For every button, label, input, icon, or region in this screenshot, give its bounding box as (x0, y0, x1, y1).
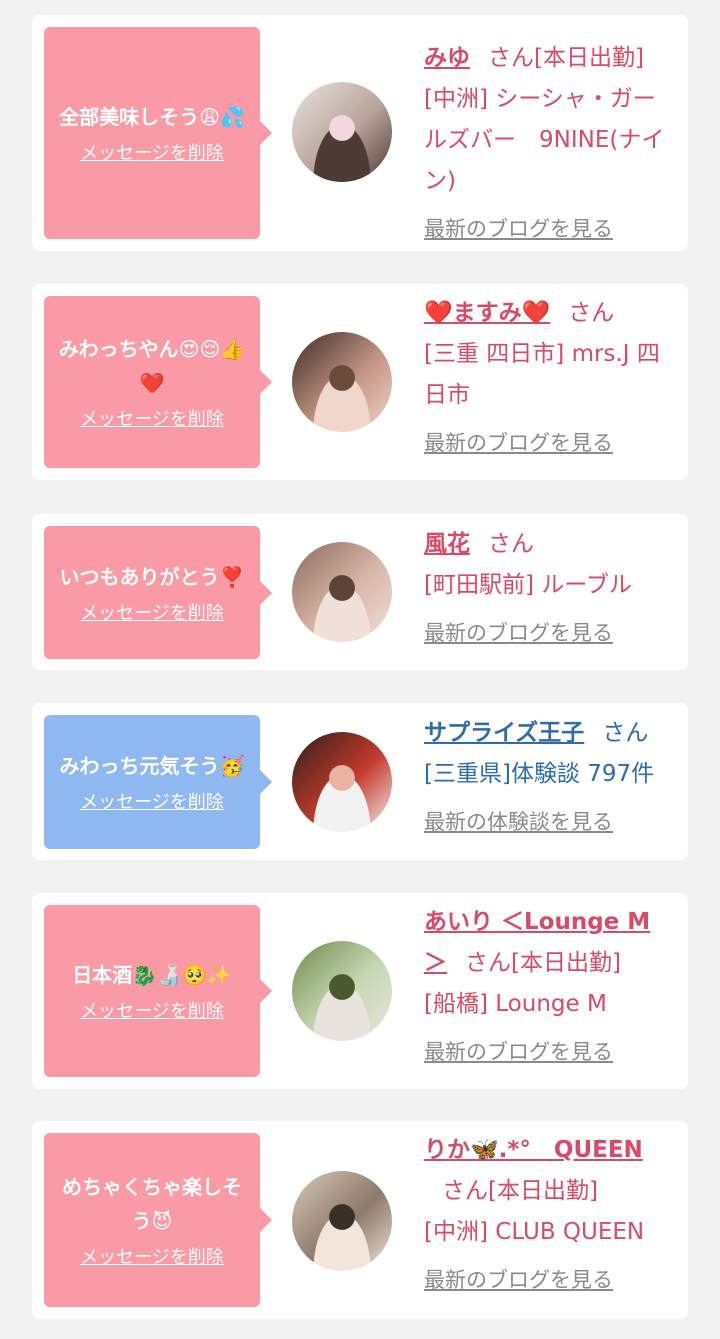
message-text: 全部美味しそう😩💦 (59, 105, 245, 129)
view-latest-link[interactable]: 最新のブログを見る (424, 428, 613, 458)
sender-status: さん (602, 720, 649, 746)
sender-name-link[interactable]: ❤️ますみ❤️ (424, 300, 550, 326)
sender-info: みゆ さん[本日出勤] [中洲] シーシャ・ガールズバー 9NINE(ナイン) 最新の… (424, 38, 672, 244)
avatar[interactable] (292, 941, 392, 1041)
delete-message-link[interactable]: メッセージを削除 (80, 408, 224, 432)
shop-detail: [町田駅前] ルーブル (424, 572, 632, 598)
sender-info: ❤️ますみ❤️ さん [三重 四日市] mrs.J 四日市最新のブログを見る (424, 293, 672, 458)
message-bubble: めちゃくちゃ楽しそう😈 メッセージを削除 (44, 1133, 272, 1307)
sender-name-line: みゆ さん[本日出勤] (424, 38, 672, 79)
message-text: みわっちやん😍😌👍❤️ (58, 337, 246, 395)
avatar[interactable] (292, 732, 392, 832)
message-card: みわっちやん😍😌👍❤️ メッセージを削除 ❤️ますみ❤️ さん [三重 四日市] mrs… (32, 284, 688, 480)
shop-detail: [中洲] シーシャ・ガールズバー 9NINE(ナイン) (424, 86, 665, 194)
message-card: 日本酒🐉🍶🥺✨ メッセージを削除 あいり ＜Lounge M＞ さん[本日出勤] [船橋… (32, 893, 688, 1089)
sender-name-line: ❤️ますみ❤️ さん (424, 293, 672, 334)
sender-info: サプライズ王子 さん [三重県]体験談 797件最新の体験談を見る (424, 713, 672, 837)
avatar[interactable] (292, 82, 392, 182)
avatar[interactable] (292, 1171, 392, 1271)
avatar[interactable] (292, 332, 392, 432)
sender-name-line: 風花 さん (424, 524, 672, 565)
sender-status: さん[本日出勤] (442, 1178, 598, 1204)
message-card: 全部美味しそう😩💦 メッセージを削除 みゆ さん[本日出勤] [中洲] シーシャ・ガール… (32, 15, 688, 251)
message-text: めちゃくちゃ楽しそう😈 (62, 1175, 242, 1233)
message-bubble: いつもありがとう❣️ メッセージを削除 (44, 526, 272, 659)
message-text: いつもありがとう❣️ (59, 564, 245, 589)
view-latest-link[interactable]: 最新の体験談を見る (424, 807, 613, 837)
message-bubble: みわっちやん😍😌👍❤️ メッセージを削除 (44, 296, 272, 468)
view-latest-link[interactable]: 最新のブログを見る (424, 214, 613, 244)
sender-info: 風花 さん [町田駅前] ルーブル最新のブログを見る (424, 524, 672, 648)
message-bubble: みわっち元気そう🥳 メッセージを削除 (44, 715, 272, 849)
message-bubble: 全部美味しそう😩💦 メッセージを削除 (44, 27, 272, 239)
sender-info: あいり ＜Lounge M＞ さん[本日出勤] [船橋] Lounge M 最新のブロ… (424, 902, 672, 1067)
sender-name-link[interactable]: りか🦋.*° QUEEN (424, 1137, 643, 1163)
shop-detail: [三重 四日市] mrs.J 四日市 (424, 341, 660, 408)
shop-detail: [中洲] CLUB QUEEN (424, 1219, 645, 1245)
shop-detail: [船橋] Lounge M (424, 991, 607, 1017)
sender-status: さん (568, 300, 615, 326)
sender-status: さん (488, 531, 534, 557)
sender-name-link[interactable]: 風花 (424, 531, 470, 557)
view-latest-link[interactable]: 最新のブログを見る (424, 1037, 613, 1067)
view-latest-link[interactable]: 最新のブログを見る (424, 618, 613, 648)
delete-message-link[interactable]: メッセージを削除 (80, 791, 224, 815)
sender-name-line: りか🦋.*° QUEEN さん[本日出勤] (424, 1130, 672, 1212)
message-bubble: 日本酒🐉🍶🥺✨ メッセージを削除 (44, 905, 272, 1077)
delete-message-link[interactable]: メッセージを削除 (80, 142, 224, 166)
sender-name-line: あいり ＜Lounge M＞ さん[本日出勤] (424, 902, 672, 984)
view-latest-link[interactable]: 最新のブログを見る (424, 1265, 613, 1295)
sender-name-line: サプライズ王子 さん (424, 713, 672, 754)
delete-message-link[interactable]: メッセージを削除 (80, 1246, 224, 1270)
sender-name-link[interactable]: サプライズ王子 (424, 720, 584, 746)
sender-status: さん[本日出勤] (465, 950, 621, 976)
delete-message-link[interactable]: メッセージを削除 (80, 602, 224, 626)
message-card: みわっち元気そう🥳 メッセージを削除 サプライズ王子 さん [三重県]体験談 797件最… (32, 703, 688, 860)
sender-info: りか🦋.*° QUEEN さん[本日出勤] [中洲] CLUB QUEEN 最新のブロ… (424, 1130, 672, 1295)
message-card: めちゃくちゃ楽しそう😈 メッセージを削除 りか🦋.*° QUEEN さん[本日出勤] [… (32, 1121, 688, 1319)
sender-status: さん[本日出勤] (488, 45, 644, 71)
sender-name-link[interactable]: みゆ (424, 45, 470, 71)
avatar[interactable] (292, 542, 392, 642)
message-text: みわっち元気そう🥳 (59, 754, 245, 778)
shop-detail: [三重県]体験談 797件 (424, 761, 655, 787)
message-card: いつもありがとう❣️ メッセージを削除 風花 さん [町田駅前] ルーブル最新のブログを… (32, 514, 688, 670)
message-text: 日本酒🐉🍶🥺✨ (72, 963, 232, 987)
delete-message-link[interactable]: メッセージを削除 (80, 1000, 224, 1024)
